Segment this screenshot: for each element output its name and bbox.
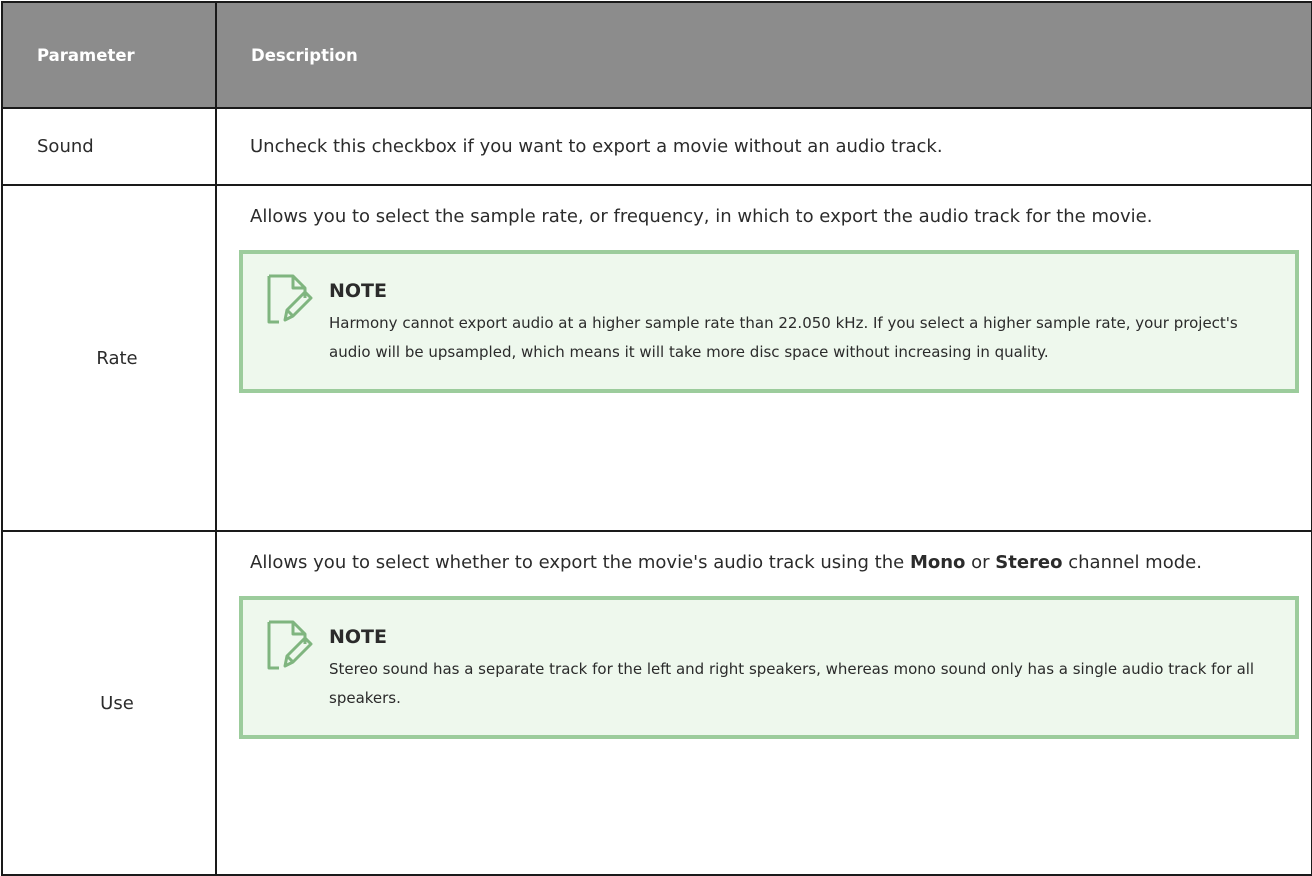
table-header-row: Parameter Description (1, 1, 1312, 109)
param-use: Use (1, 530, 217, 876)
note-edit-icon (267, 274, 313, 324)
note-edit-icon (267, 620, 313, 670)
table-row: Sound Uncheck this checkbox if you want … (1, 107, 1312, 186)
desc-rate-text: Allows you to select the sample rate, or… (250, 206, 1153, 227)
note-title: NOTE (329, 280, 387, 302)
note-body: Harmony cannot export audio at a higher … (329, 314, 1238, 361)
note-box-use: NOTE Stereo sound has a separate track f… (239, 596, 1299, 739)
table-row: Rate Allows you to select the sample rat… (1, 184, 1312, 532)
desc-sound: Uncheck this checkbox if you want to exp… (215, 107, 1312, 186)
desc-sound-text: Uncheck this checkbox if you want to exp… (250, 135, 943, 157)
desc-use-post: channel mode. (1062, 552, 1202, 573)
table-row: Use Allows you to select whether to expo… (1, 530, 1312, 876)
note-title: NOTE (329, 626, 387, 648)
header-description: Description (215, 1, 1312, 109)
note-body: Stereo sound has a separate track for th… (329, 660, 1255, 707)
desc-use-mono: Mono (909, 552, 966, 573)
desc-use-mid: or (965, 552, 996, 573)
desc-use: Allows you to select whether to export t… (215, 530, 1312, 876)
desc-use-text: Allows you to select whether to export t… (250, 546, 1295, 580)
parameters-table: Parameter Description Sound Uncheck this… (1, 1, 1312, 876)
desc-use-pre: Allows you to select whether to export t… (250, 552, 910, 573)
param-rate: Rate (1, 184, 217, 532)
desc-use-stereo: Stereo (995, 552, 1063, 573)
desc-rate: Allows you to select the sample rate, or… (215, 184, 1312, 532)
header-parameter: Parameter (1, 1, 217, 109)
param-sound: Sound (1, 107, 217, 186)
note-box-rate: NOTE Harmony cannot export audio at a hi… (239, 250, 1299, 393)
